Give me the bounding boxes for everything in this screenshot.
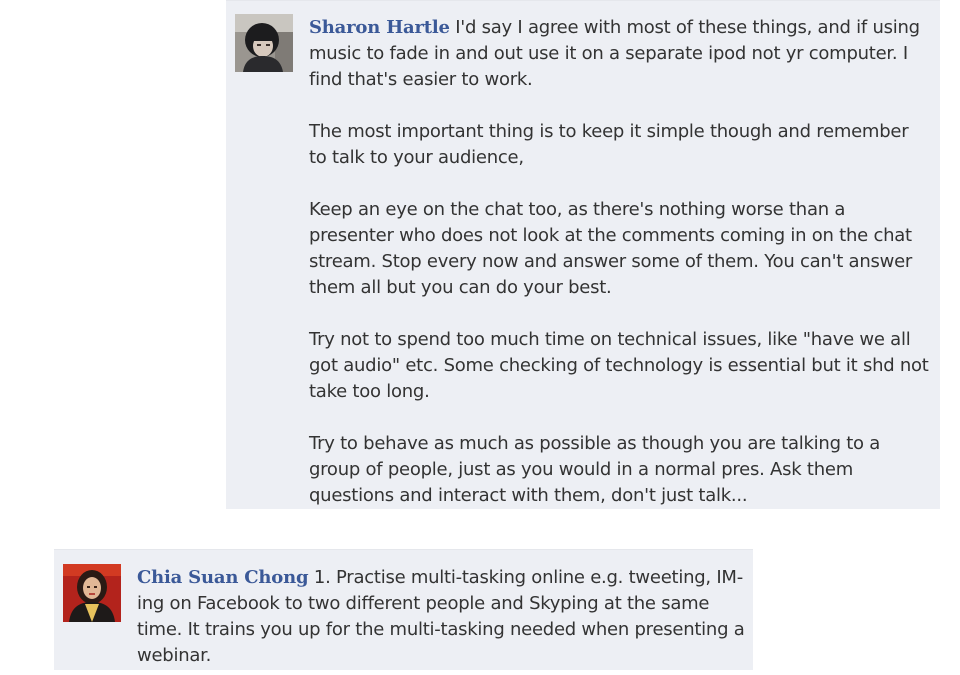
comment: Chia Suan Chong 1. Practise multi-taskin… xyxy=(54,549,753,670)
comment-body: Chia Suan Chong 1. Practise multi-taskin… xyxy=(137,565,745,669)
avatar-photo xyxy=(63,564,121,622)
comment-paragraph: Try to behave as much as possible as tho… xyxy=(309,433,881,506)
avatar-photo xyxy=(235,14,293,72)
comment-paragraph: Chia Suan Chong 1. Practise multi-taskin… xyxy=(137,565,745,669)
comment-paragraph: Keep an eye on the chat too, as there's … xyxy=(309,199,913,298)
comment-body: Sharon Hartle I'd say I agree with most … xyxy=(309,15,931,509)
avatar[interactable] xyxy=(63,564,121,622)
comment-paragraph: Try not to spend too much time on techni… xyxy=(309,329,929,402)
author-link[interactable]: Chia Suan Chong xyxy=(137,567,309,588)
avatar[interactable] xyxy=(235,14,293,72)
comment-paragraph: Sharon Hartle I'd say I agree with most … xyxy=(309,15,931,93)
author-link[interactable]: Sharon Hartle xyxy=(309,17,450,38)
comment-paragraph: The most important thing is to keep it s… xyxy=(309,121,909,168)
comment: Sharon Hartle I'd say I agree with most … xyxy=(226,0,940,509)
